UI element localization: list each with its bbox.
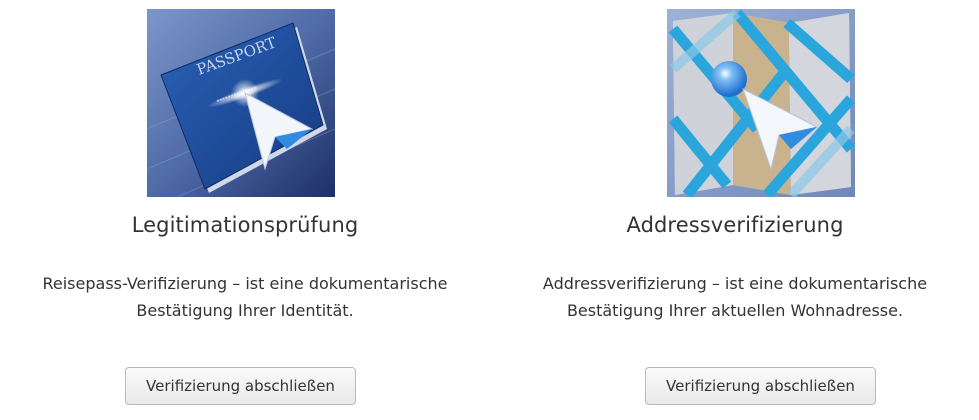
passport-verification-card: PASSPORT Legitimationsprüfung Reisepass-…	[0, 0, 490, 420]
card-title: Legitimationsprüfung	[131, 213, 359, 237]
card-description: Addressverifizierung – ist eine dokument…	[510, 270, 960, 324]
card-description: Reisepass-Verifizierung – ist eine dokum…	[20, 270, 470, 324]
complete-verification-button[interactable]: Verifizierung abschließen	[125, 367, 356, 405]
map-icon	[667, 9, 855, 197]
card-title: Addressverifizierung	[626, 213, 844, 237]
desc-line-1: Reisepass-Verifizierung – ist eine dokum…	[42, 274, 448, 293]
desc-line-1: Addressverifizierung – ist eine dokument…	[542, 274, 928, 293]
complete-verification-button[interactable]: Verifizierung abschließen	[645, 367, 876, 405]
passport-icon: PASSPORT	[147, 9, 335, 197]
desc-line-2: Bestätigung Ihrer Identität.	[136, 301, 354, 320]
desc-line-2: Bestätigung Ihrer aktuellen Wohnadresse.	[566, 301, 904, 320]
address-verification-card: Addressverifizierung Addressverifizierun…	[490, 0, 979, 420]
